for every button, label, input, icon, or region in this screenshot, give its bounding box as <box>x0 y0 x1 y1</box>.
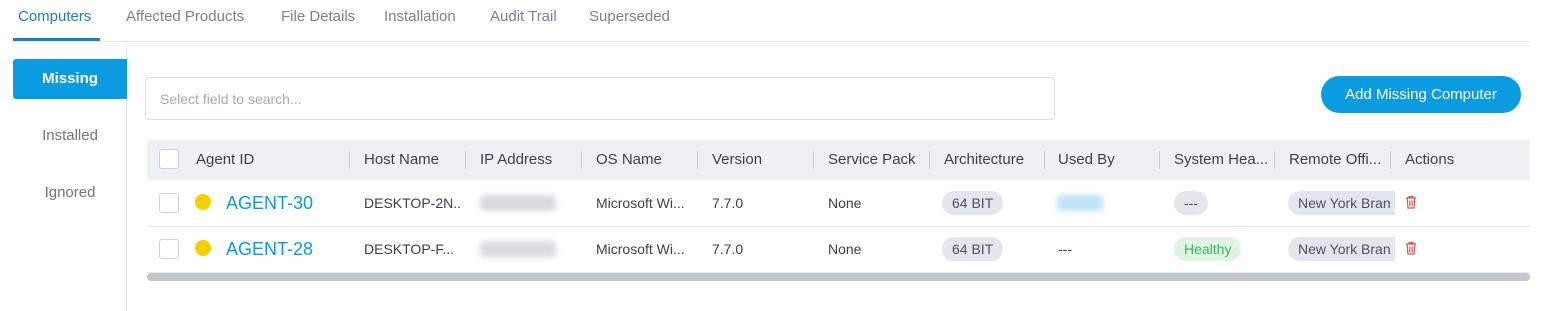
row-checkbox[interactable] <box>159 239 179 259</box>
remote-office-badge: New York Bran <box>1288 191 1395 215</box>
agent-status-dot <box>195 240 211 256</box>
tab-file-details[interactable]: File Details <box>281 8 355 25</box>
tab-affected-products[interactable]: Affected Products <box>126 8 244 25</box>
column-separator <box>1159 151 1160 169</box>
ip-address-redacted <box>480 195 556 211</box>
tab-installation[interactable]: Installation <box>384 8 456 25</box>
used-by-redacted <box>1057 195 1103 211</box>
column-header-used-by[interactable]: Used By <box>1058 140 1158 180</box>
tab-computers[interactable]: Computers <box>18 8 91 25</box>
column-separator <box>697 151 698 169</box>
horizontal-scrollbar[interactable] <box>147 273 1530 281</box>
column-header-host-name[interactable]: Host Name <box>364 140 464 180</box>
column-separator <box>929 151 930 169</box>
tab-audit-trail[interactable]: Audit Trail <box>490 8 557 25</box>
host-name-cell: DESKTOP-2N... <box>364 195 462 211</box>
architecture-badge: 64 BIT <box>942 191 1004 215</box>
column-header-remote-office[interactable]: Remote Offi... <box>1289 140 1389 180</box>
subnav-installed[interactable]: Installed <box>13 116 127 156</box>
table-header: Agent ID Host Name IP Address OS Name Ve… <box>147 140 1530 180</box>
remote-office-badge: New York Bran <box>1288 237 1395 261</box>
status-subnav: Missing Installed Ignored <box>0 41 127 311</box>
column-separator <box>1044 151 1045 169</box>
trash-icon[interactable] <box>1405 241 1417 255</box>
table-row: AGENT-30 DESKTOP-2N... Microsoft Wi... 7… <box>147 180 1530 227</box>
used-by-cell: --- <box>1058 241 1072 257</box>
column-header-service-pack[interactable]: Service Pack <box>828 140 928 180</box>
column-header-agent-id[interactable]: Agent ID <box>196 140 336 180</box>
agent-status-dot <box>195 194 211 210</box>
trash-icon[interactable] <box>1405 195 1417 209</box>
column-header-actions: Actions <box>1405 151 1455 168</box>
system-health-badge: Healthy <box>1174 237 1242 261</box>
column-separator <box>581 151 582 169</box>
search-input[interactable] <box>145 77 1055 120</box>
column-header-architecture[interactable]: Architecture <box>944 140 1044 180</box>
column-header-system-health[interactable]: System Hea... <box>1174 140 1274 180</box>
version-cell: 7.7.0 <box>712 241 744 257</box>
agent-id-link[interactable]: AGENT-30 <box>226 180 313 226</box>
add-missing-computer-button[interactable]: Add Missing Computer <box>1321 76 1521 113</box>
ip-address-redacted <box>480 241 556 257</box>
version-cell: 7.7.0 <box>712 195 744 211</box>
os-name-cell: Microsoft Wi... <box>596 195 685 211</box>
column-separator <box>349 151 350 169</box>
service-pack-cell: None <box>828 195 862 211</box>
column-separator <box>1274 151 1275 169</box>
subnav-missing[interactable]: Missing <box>13 59 127 99</box>
column-header-os-name[interactable]: OS Name <box>596 140 696 180</box>
architecture-badge: 64 BIT <box>942 237 1004 261</box>
tab-superseded[interactable]: Superseded <box>589 8 670 25</box>
column-header-ip-address[interactable]: IP Address <box>480 140 580 180</box>
select-all-checkbox[interactable] <box>159 149 179 169</box>
column-separator <box>1390 151 1391 169</box>
computers-table: Agent ID Host Name IP Address OS Name Ve… <box>147 140 1530 281</box>
row-checkbox[interactable] <box>159 193 179 213</box>
tab-bar: Computers Affected Products File Details… <box>13 0 1530 42</box>
agent-id-link[interactable]: AGENT-28 <box>226 226 313 272</box>
service-pack-cell: None <box>828 241 862 257</box>
subnav-ignored[interactable]: Ignored <box>13 173 127 213</box>
column-separator <box>465 151 466 169</box>
table-row: AGENT-28 DESKTOP-F... Microsoft Wi... 7.… <box>147 226 1530 273</box>
host-name-cell: DESKTOP-F... <box>364 241 454 257</box>
system-health-badge: --- <box>1174 191 1208 215</box>
column-separator <box>813 151 814 169</box>
os-name-cell: Microsoft Wi... <box>596 241 685 257</box>
column-header-version[interactable]: Version <box>712 140 812 180</box>
